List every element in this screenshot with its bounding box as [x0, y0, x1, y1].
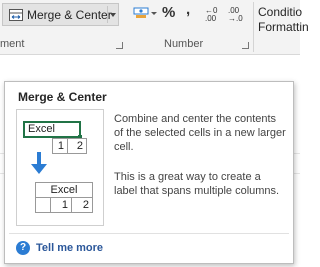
tooltip-title: Merge & Center	[18, 90, 107, 104]
merge-center-tooltip: Merge & Center Excel 1 2 Excel 1 2 Combi…	[4, 81, 294, 264]
merge-illustration: Excel 1 2 Excel 1 2	[16, 109, 104, 226]
illustration-selected-cell: Excel	[23, 121, 81, 138]
ribbon-group-divider	[253, 2, 254, 52]
alignment-dialog-launcher-icon[interactable]	[116, 42, 123, 49]
decrease-decimal-icon[interactable]: .00 →.0	[228, 7, 243, 23]
merge-and-center-button[interactable]: Merge & Center	[2, 3, 119, 26]
help-icon[interactable]: ?	[16, 241, 30, 255]
percent-style-icon[interactable]: %	[162, 4, 175, 21]
ribbon: Merge & Center % , ←0 .00 .00 →.0 Condit…	[0, 0, 309, 55]
tooltip-divider	[9, 233, 289, 234]
group-label-number: Number	[164, 38, 204, 50]
merge-and-center-label: Merge & Center	[27, 8, 112, 22]
accounting-format-icon[interactable]	[133, 7, 149, 19]
tooltip-description: Combine and center the contents of the s…	[114, 113, 286, 153]
illustration-cell	[35, 197, 51, 213]
tooltip-example: This is a great way to create a label th…	[114, 171, 280, 197]
merge-dropdown-chevron-icon[interactable]	[110, 13, 116, 17]
illustration-cell: 2	[71, 197, 93, 213]
increase-decimal-icon[interactable]: ←0 .00	[205, 7, 217, 23]
conditional-formatting-button[interactable]: Conditio Formattin	[258, 5, 309, 35]
illustration-merged-cell: Excel	[35, 182, 93, 198]
illustration-cell: 2	[67, 138, 87, 154]
down-arrow-icon	[31, 152, 47, 174]
tell-me-more-link[interactable]: Tell me more	[36, 242, 103, 254]
accounting-dropdown-chevron-icon[interactable]	[151, 12, 157, 15]
comma-style-icon[interactable]: ,	[186, 1, 190, 18]
illustration-cell: 1	[50, 197, 72, 213]
merge-cells-icon	[9, 9, 23, 21]
split-button-divider	[107, 6, 108, 23]
number-dialog-launcher-icon[interactable]	[242, 42, 249, 49]
group-label-alignment: ment	[0, 38, 25, 50]
